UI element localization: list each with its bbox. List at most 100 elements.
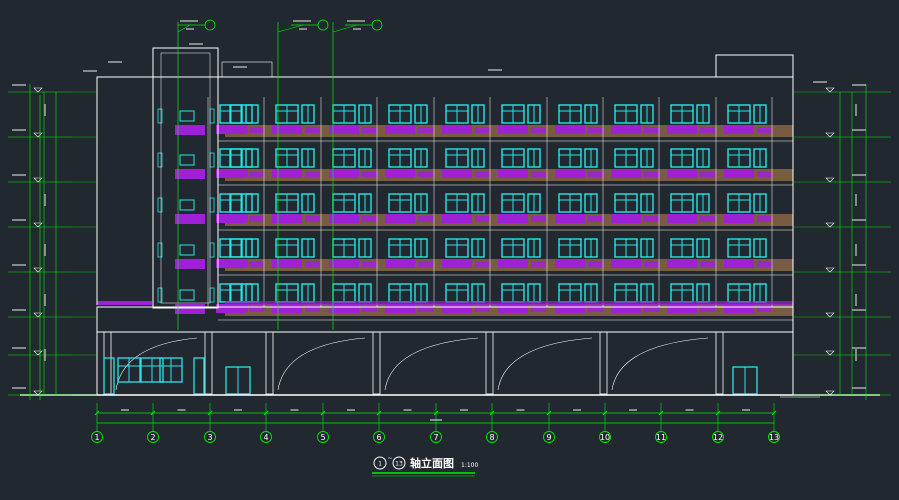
podium-balcony: [225, 301, 793, 305]
dim-text-mark: [855, 294, 857, 306]
dim-text-mark: [44, 194, 46, 206]
balcony-panel: [644, 216, 659, 222]
balcony-panel: [611, 304, 641, 313]
balcony-panel: [611, 125, 641, 134]
dim-text-mark: [855, 244, 857, 256]
axis-label: 13: [769, 433, 779, 442]
dimension-text-mark: [177, 409, 186, 411]
level-text-mark: [852, 84, 866, 86]
balcony-panel: [498, 304, 528, 313]
balcony-panel: [700, 216, 715, 222]
balcony-panel: [329, 169, 359, 178]
callout-text-mark: [186, 28, 194, 30]
balcony-panel: [667, 259, 697, 268]
dim-text-mark: [44, 104, 46, 116]
balcony-panel: [588, 261, 603, 267]
level-text-mark: [852, 347, 866, 349]
balcony-panel: [442, 304, 472, 313]
balcony-panel: [724, 304, 754, 313]
level-text-mark: [852, 174, 866, 176]
balcony-panel: [724, 169, 754, 178]
level-text-mark: [12, 129, 26, 131]
balcony-panel: [329, 259, 359, 268]
balcony-panel: [531, 171, 546, 177]
balcony-panel: [475, 261, 490, 267]
balcony-panel: [228, 125, 248, 133]
balcony-panel: [644, 127, 659, 133]
balcony-panel: [272, 259, 302, 268]
balcony-panel: [305, 261, 320, 267]
balcony-panel: [418, 216, 433, 222]
balcony-panel: [555, 125, 585, 134]
annotation-text-mark: [488, 69, 502, 71]
balcony-panel: [305, 127, 320, 133]
dimension-text-mark: [573, 409, 581, 411]
balcony-panel: [757, 171, 772, 177]
level-text-mark: [12, 264, 26, 266]
balcony-panel: [588, 171, 603, 177]
balcony-panel: [611, 169, 641, 178]
balcony-panel: [175, 169, 205, 179]
balcony-panel: [588, 127, 603, 133]
title-scale: 1:100: [461, 462, 478, 469]
balcony-panel: [228, 304, 248, 312]
balcony-panel: [531, 261, 546, 267]
dimension-text-mark: [742, 409, 750, 411]
dimension-text-mark: [403, 409, 412, 411]
dim-text-mark: [44, 349, 46, 361]
dimension-text-mark: [234, 409, 242, 411]
balcony-panel: [724, 125, 754, 134]
balcony-panel: [249, 261, 264, 267]
axis-label: 6: [376, 433, 381, 442]
balcony-panel: [555, 169, 585, 178]
balcony-panel: [442, 125, 472, 134]
balcony-panel: [588, 216, 603, 222]
balcony-panel: [757, 127, 772, 133]
balcony-panel: [175, 125, 205, 135]
balcony-panel: [272, 214, 302, 223]
callout-text-mark: [293, 20, 311, 22]
balcony-panel: [418, 127, 433, 133]
dim-text-mark: [855, 104, 857, 116]
level-text-mark: [852, 309, 866, 311]
balcony-panel: [385, 214, 415, 223]
balcony-panel: [498, 125, 528, 134]
balcony-panel: [757, 261, 772, 267]
balcony-panel: [555, 304, 585, 313]
balcony-panel: [329, 214, 359, 223]
balcony-panel: [329, 125, 359, 134]
level-text-mark: [852, 387, 866, 389]
balcony-panel: [385, 125, 415, 134]
dim-text-mark: [44, 294, 46, 306]
balcony-panel: [644, 171, 659, 177]
dimension-text-mark: [430, 419, 442, 421]
title-start-label: 1: [378, 461, 382, 468]
balcony-panel: [667, 214, 697, 223]
annotation-text-mark: [233, 66, 247, 68]
dimension-text-mark: [290, 409, 299, 411]
dimension-text-mark: [516, 409, 525, 411]
level-text-mark: [12, 309, 26, 311]
level-text-mark: [12, 347, 26, 349]
axis-label: 9: [546, 433, 551, 442]
dimension-text-mark: [629, 409, 637, 411]
level-text-mark: [12, 174, 26, 176]
annotation-text-mark: [813, 81, 827, 83]
balcony-panel: [498, 214, 528, 223]
axis-label: 1: [94, 433, 99, 442]
title-text: 轴立面图: [410, 456, 454, 470]
balcony-panel: [700, 171, 715, 177]
balcony-panel: [644, 261, 659, 267]
axis-label: 12: [713, 433, 723, 442]
drawing-background: [0, 0, 899, 500]
level-text-mark: [12, 84, 26, 86]
axis-label: 8: [489, 433, 494, 442]
balcony-panel: [724, 214, 754, 223]
callout-text-mark: [299, 28, 307, 30]
balcony-panel: [475, 171, 490, 177]
axis-label: 2: [150, 433, 155, 442]
balcony-panel: [175, 259, 205, 269]
balcony-panel: [498, 169, 528, 178]
balcony-panel: [228, 259, 248, 267]
balcony-panel: [385, 304, 415, 313]
